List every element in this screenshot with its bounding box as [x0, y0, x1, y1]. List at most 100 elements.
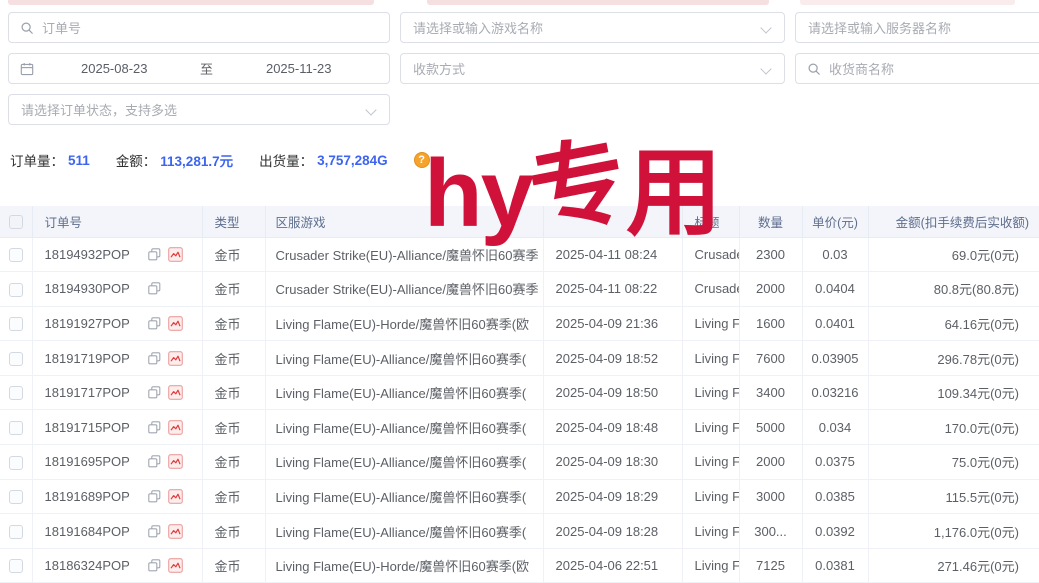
order-status-placeholder: 请选择订单状态，支持多选: [21, 100, 177, 119]
order-amount: 296.78元(0元): [868, 341, 1039, 376]
copy-icon[interactable]: [148, 490, 161, 503]
copy-icon[interactable]: [148, 525, 161, 538]
image-icon[interactable]: [168, 351, 183, 366]
merchant-search-input[interactable]: 收货商名称: [795, 53, 1039, 84]
row-checkbox[interactable]: [9, 248, 23, 262]
row-checkbox[interactable]: [9, 525, 23, 539]
order-title: Crusader S: [682, 272, 739, 307]
table-row: 18191715POP 金币 Living Flame(EU)-Alliance…: [0, 410, 1039, 445]
calendar-icon: [20, 62, 34, 76]
order-title: Living Fla: [682, 479, 739, 514]
server-game: Living Flame(EU)-Alliance/魔兽怀旧60赛季(: [265, 410, 543, 445]
chevron-down-icon: [760, 63, 771, 74]
help-icon[interactable]: ?: [414, 152, 430, 168]
order-no: 18191719POP: [45, 351, 141, 366]
amount-label: 金额：: [116, 150, 157, 170]
copy-icon[interactable]: [148, 455, 161, 468]
order-no: 18186324POP: [45, 558, 141, 573]
order-title: Living Fla: [682, 445, 739, 480]
order-count-label: 订单量：: [10, 150, 64, 170]
order-no: 18191717POP: [45, 385, 141, 400]
image-icon[interactable]: [168, 558, 183, 573]
copy-icon[interactable]: [148, 248, 161, 261]
server-game: Crusader Strike(EU)-Alliance/魔兽怀旧60赛季: [265, 237, 543, 272]
date-end-value[interactable]: 2025-11-23: [227, 61, 372, 76]
image-icon[interactable]: [168, 316, 183, 331]
row-checkbox[interactable]: [9, 352, 23, 366]
col-header-price: 单价(元): [802, 206, 868, 237]
image-icon[interactable]: [168, 524, 183, 539]
order-price: 0.0392: [802, 514, 868, 549]
server-game: Living Flame(EU)-Alliance/魔兽怀旧60赛季(: [265, 479, 543, 514]
order-no: 18191689POP: [45, 489, 141, 504]
copy-icon[interactable]: [148, 282, 161, 295]
shipment-label: 出货量：: [259, 150, 313, 170]
order-price: 0.0404: [802, 272, 868, 307]
order-title: Crusader S: [682, 237, 739, 272]
col-header-server: 区服游戏: [265, 206, 543, 237]
top-cropped-strip: [800, 0, 1015, 5]
payment-method-select[interactable]: 收款方式: [400, 53, 785, 84]
server-game: Living Flame(EU)-Alliance/魔兽怀旧60赛季(: [265, 375, 543, 410]
chevron-down-icon: [365, 104, 376, 115]
row-checkbox[interactable]: [9, 559, 23, 573]
image-icon[interactable]: [168, 247, 183, 262]
col-header-type: 类型: [202, 206, 265, 237]
copy-icon[interactable]: [148, 352, 161, 365]
order-qty: 1600: [739, 306, 802, 341]
order-price: 0.034: [802, 410, 868, 445]
date-range-picker[interactable]: 2025-08-23 至 2025-11-23: [8, 53, 390, 84]
order-time: 2025-04-09 18:50: [543, 375, 682, 410]
row-checkbox[interactable]: [9, 456, 23, 470]
image-icon[interactable]: [168, 454, 183, 469]
order-type: 金币: [202, 341, 265, 376]
search-icon: [807, 62, 821, 76]
order-no: 18191715POP: [45, 420, 141, 435]
select-all-checkbox[interactable]: [9, 215, 23, 229]
server-name-input[interactable]: 请选择或输入服务器名称: [795, 12, 1039, 43]
order-type: 金币: [202, 445, 265, 480]
image-icon[interactable]: [168, 385, 183, 400]
image-icon[interactable]: [168, 420, 183, 435]
row-checkbox[interactable]: [9, 283, 23, 297]
copy-icon[interactable]: [148, 421, 161, 434]
order-qty: 300...: [739, 514, 802, 549]
order-price: 0.03: [802, 237, 868, 272]
row-checkbox[interactable]: [9, 421, 23, 435]
date-start-value[interactable]: 2025-08-23: [42, 61, 187, 76]
table-row: 18191927POP 金币 Living Flame(EU)-Horde/魔兽…: [0, 306, 1039, 341]
game-name-select[interactable]: 请选择或输入游戏名称: [400, 12, 785, 43]
order-amount: 64.16元(0元): [868, 306, 1039, 341]
order-price: 0.03216: [802, 375, 868, 410]
order-amount: 170.0元(0元): [868, 410, 1039, 445]
order-amount: 69.0元(0元): [868, 237, 1039, 272]
order-time: 2025-04-09 18:48: [543, 410, 682, 445]
order-qty: 5000: [739, 410, 802, 445]
copy-icon[interactable]: [148, 386, 161, 399]
summary-stats-bar: 订单量： 511 金额： 113,281.7元 出货量： 3,757,284G …: [10, 150, 430, 170]
order-count-value: 511: [68, 153, 90, 168]
row-checkbox[interactable]: [9, 490, 23, 504]
order-amount: 271.46元(0元): [868, 548, 1039, 583]
copy-icon[interactable]: [148, 559, 161, 572]
order-amount: 1,176.0元(0元): [868, 514, 1039, 549]
table-row: 18191684POP 金币 Living Flame(EU)-Alliance…: [0, 514, 1039, 549]
shipment-value: 3,757,284G: [317, 153, 388, 168]
order-qty: 7125: [739, 548, 802, 583]
row-checkbox[interactable]: [9, 317, 23, 331]
copy-icon[interactable]: [148, 317, 161, 330]
image-icon[interactable]: [168, 489, 183, 504]
order-amount: 115.5元(0元): [868, 479, 1039, 514]
order-no-search-input[interactable]: 订单号: [8, 12, 390, 43]
payment-method-placeholder: 收款方式: [413, 59, 465, 78]
order-type: 金币: [202, 306, 265, 341]
order-status-multiselect[interactable]: 请选择订单状态，支持多选: [8, 94, 390, 125]
order-price: 0.0401: [802, 306, 868, 341]
order-qty: 7600: [739, 341, 802, 376]
order-amount: 75.0元(0元): [868, 445, 1039, 480]
order-price: 0.0375: [802, 445, 868, 480]
row-checkbox[interactable]: [9, 386, 23, 400]
order-type: 金币: [202, 548, 265, 583]
order-time: 2025-04-06 22:51: [543, 548, 682, 583]
table-row: 18186324POP 金币 Living Flame(EU)-Horde/魔兽…: [0, 548, 1039, 583]
